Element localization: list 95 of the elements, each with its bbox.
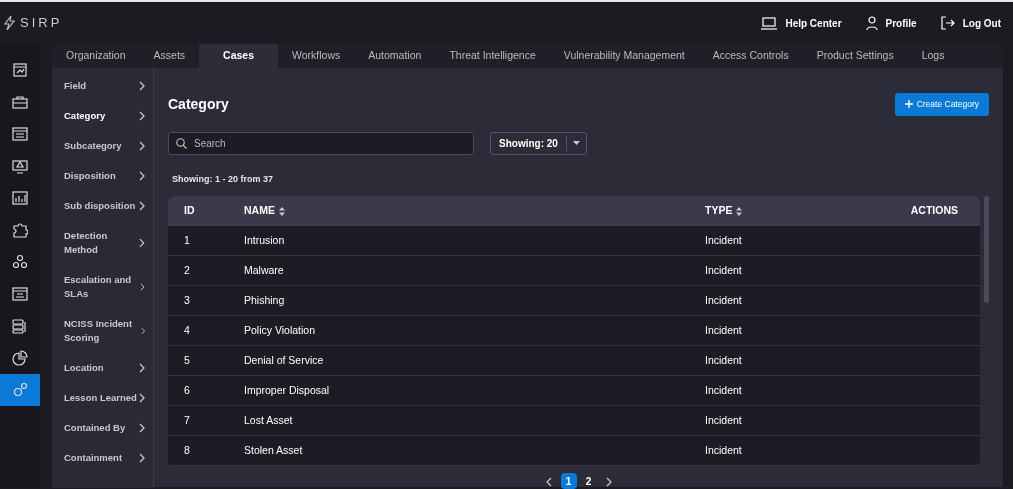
table-cell: Improper Disposal: [244, 383, 330, 396]
puzzle-icon: [12, 222, 28, 238]
sidebar-item[interactable]: Lesson Learned: [52, 383, 153, 413]
tab[interactable]: Assets: [139, 44, 200, 68]
tab[interactable]: Organization: [52, 44, 140, 68]
tab[interactable]: Access Controls: [698, 44, 803, 68]
caret-icon: [572, 141, 580, 146]
table-cell: Denial of Service: [244, 353, 324, 366]
sidebar-item[interactable]: Containment: [52, 443, 153, 465]
table-cell: Malware: [244, 263, 284, 276]
chevron-right-icon: [139, 238, 145, 248]
chevron-right-icon: [139, 171, 145, 181]
page-button[interactable]: 1: [560, 473, 577, 489]
table-cell: Incident: [705, 383, 742, 396]
gears-icon: [12, 382, 28, 398]
table-cell: Incident: [705, 293, 742, 306]
chevron-right-icon: [139, 201, 145, 211]
sidebar-item[interactable]: Detection Method: [52, 221, 153, 265]
logo-text: SIRP: [20, 14, 63, 33]
tab[interactable]: Automation: [354, 44, 436, 68]
profile-link[interactable]: Profile: [865, 15, 917, 31]
chevron-right-icon: [140, 282, 145, 292]
cubes-icon: [12, 254, 28, 270]
help-center-link[interactable]: Help Center: [761, 15, 842, 31]
chevron-left-icon: [545, 477, 552, 488]
chevron-right-icon: [139, 141, 145, 151]
sidebar-item[interactable]: Disposition: [52, 161, 153, 191]
tab[interactable]: Vulnerability Management: [549, 44, 699, 68]
table-cell: Intrusion: [244, 233, 285, 246]
column-header: ID: [184, 203, 195, 219]
table-cell: Incident: [705, 353, 742, 366]
table-cell: 2: [184, 263, 190, 276]
monitor-alert-icon: [12, 158, 28, 174]
search-icon: [176, 137, 187, 149]
column-header: ACTIONS: [910, 203, 958, 219]
chevron-right-icon: [139, 363, 145, 373]
sidebar-item[interactable]: Category: [52, 101, 153, 131]
tab[interactable]: Product Settings: [802, 44, 908, 68]
chevron-right-icon: [140, 326, 145, 336]
tab[interactable]: Threat Intelligence: [435, 44, 550, 68]
sidebar-item[interactable]: Escalation and SLAs: [52, 265, 153, 309]
sort-icon: [736, 206, 743, 216]
logo-icon: [4, 16, 16, 30]
table-cell: Stolen Asset: [244, 443, 303, 456]
column-header: TYPE: [705, 203, 733, 219]
table-cell: 5: [184, 353, 190, 366]
calendar-icon: [12, 286, 28, 302]
chevron-right-icon: [139, 423, 145, 433]
page-title: Category: [168, 94, 229, 114]
tab[interactable]: Cases: [199, 44, 278, 68]
table-cell: Policy Violation: [244, 323, 315, 336]
page-button[interactable]: 2: [580, 473, 597, 489]
window-icon: [12, 126, 28, 142]
sidebar-item[interactable]: Subcategory: [52, 131, 153, 161]
sidebar-item[interactable]: NCISS Incident Scoring: [52, 309, 153, 353]
table-cell: 6: [184, 383, 190, 396]
table-cell: 7: [184, 413, 190, 426]
sort-icon: [278, 206, 285, 216]
table-cell: Lost Asset: [244, 413, 293, 426]
create-category-button[interactable]: Create Category: [894, 93, 989, 116]
search-field[interactable]: Search: [168, 131, 474, 155]
chevron-right-icon: [139, 111, 145, 121]
table-cell: Incident: [705, 443, 742, 456]
column-header: NAME: [244, 203, 275, 219]
table-cell: 3: [184, 293, 190, 306]
tab[interactable]: Workflows: [278, 44, 355, 68]
bar-chart-icon: [12, 190, 28, 206]
table-cell: Incident: [705, 263, 742, 276]
logout-icon: [940, 16, 955, 30]
table-cell: 1: [184, 233, 190, 246]
sidebar-item[interactable]: Location: [52, 353, 153, 383]
plus-icon: [904, 100, 913, 109]
table-cell: 4: [184, 323, 190, 336]
chevron-right-icon: [139, 81, 145, 91]
table-cell: Phishing: [244, 293, 285, 306]
laptop-icon: [761, 16, 778, 30]
sidebar-item[interactable]: Contained By: [52, 413, 153, 443]
table-cell: Incident: [705, 233, 742, 246]
user-icon: [865, 16, 878, 30]
database-icon: [12, 318, 28, 334]
page-size-dropdown[interactable]: Showing: 20: [490, 131, 587, 155]
table-cell: 8: [184, 443, 190, 456]
results-summary: Showing: 1 - 20 from 37: [171, 172, 275, 186]
dashboard-icon: [12, 62, 28, 78]
briefcase-icon: [12, 94, 28, 110]
logout-link[interactable]: Log Out: [940, 15, 1001, 31]
pie-chart-icon: [12, 350, 28, 366]
table-cell: Incident: [705, 323, 742, 336]
chevron-right-icon: [605, 477, 612, 488]
sidebar-item[interactable]: Sub disposition: [52, 191, 153, 221]
sidebar-item[interactable]: Field: [52, 71, 153, 101]
tab[interactable]: Logs: [907, 44, 959, 68]
chevron-right-icon: [139, 393, 145, 403]
table-cell: Incident: [705, 413, 742, 426]
chevron-right-icon: [139, 453, 145, 463]
